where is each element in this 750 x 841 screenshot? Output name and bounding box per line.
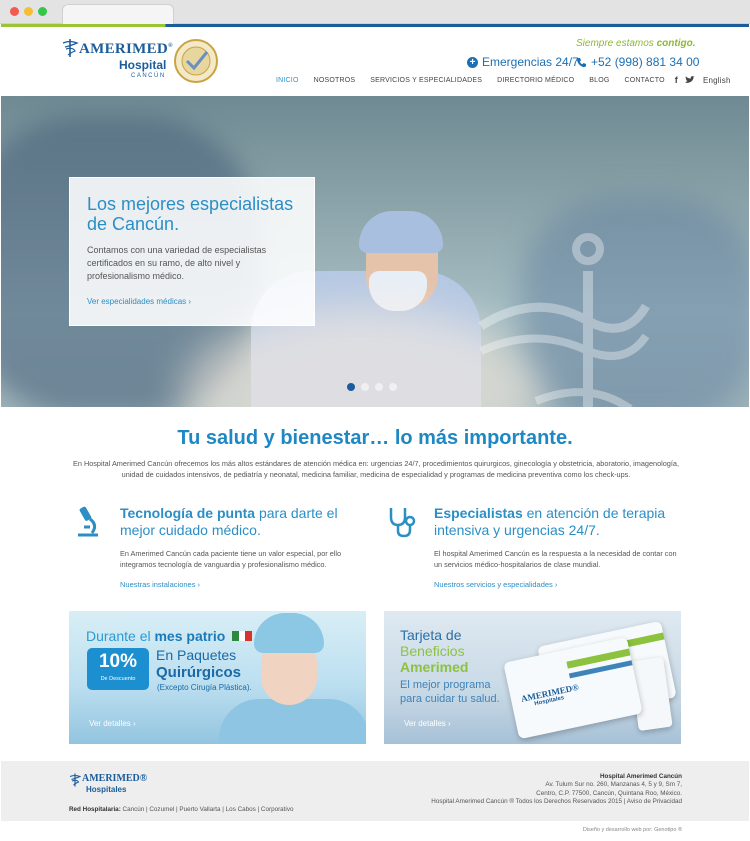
footer-credit[interactable]: Diseño y desarrollo web por: Genotipo ® (583, 827, 682, 833)
plus-icon: + (467, 56, 478, 68)
nav-item-inicio[interactable]: INICIO (276, 77, 299, 84)
nav-item-nosotros[interactable]: NOSOTROS (314, 77, 356, 84)
footer-address-head: Hospital Amerimed Cancún (600, 773, 682, 780)
promo-benefits-card-banner[interactable]: Tarjeta de Beneficios Amerimed El mejor … (384, 611, 681, 744)
nav-item-contacto[interactable]: CONTACTO (625, 77, 665, 84)
feature-technology: Tecnología de punta para darte el mejor … (120, 505, 370, 589)
slider-dot-2[interactable] (361, 383, 369, 391)
logo-hospital: Hospital (119, 58, 167, 72)
promo-surgery-line3: Quirúrgicos (156, 664, 242, 681)
footer-network: Red Hospitalaria: Cancún | Cozumel | Pue… (69, 806, 294, 813)
feature-technology-text: En Amerimed Cancún cada paciente tiene u… (120, 549, 342, 569)
nav-item-servicios[interactable]: SERVICIOS Y ESPECIALIDADES (370, 77, 482, 84)
browser-tab[interactable] (62, 4, 174, 24)
footer-address-line2: Centro, C.P. 77500, Cancún, Quintana Roo… (536, 789, 682, 797)
promo-surgery-line2: En Paquetes (156, 647, 237, 663)
phone-icon (576, 57, 586, 67)
promo-card-line1: Tarjeta de (400, 627, 462, 643)
slider-dot-4[interactable] (389, 383, 397, 391)
promo-card-line2: Beneficios (400, 643, 465, 659)
phone-number: +52 (998) 881 34 00 (591, 55, 700, 69)
feature-specialists-link[interactable]: Nuestros servicios y especialidades › (434, 580, 684, 589)
twitter-icon[interactable] (684, 76, 695, 84)
footer-address-line1: Av. Tulum Sur no. 260, Manzanas 4, 5 y 9… (545, 781, 682, 789)
tagline: Siempre estamos contigo. (576, 38, 696, 49)
hero-card: Los mejores especialistas de Cancún. Con… (69, 177, 315, 326)
promo-surgery-banner[interactable]: Durante el mes patrio 10% De Descuento E… (69, 611, 366, 744)
phone-link[interactable]: +52 (998) 881 34 00 (576, 55, 699, 69)
nav-item-blog[interactable]: BLOG (589, 77, 609, 84)
discount-label: De Descuento (100, 676, 136, 682)
feature-specialists-title: Especialistas en atención de terapia int… (434, 505, 666, 538)
feature-specialists-text: El hospital Amerimed Cancún es la respue… (434, 549, 677, 569)
slider-dot-1[interactable] (347, 383, 355, 391)
slider-dot-3[interactable] (375, 383, 383, 391)
feature-technology-title: Tecnología de punta para darte el mejor … (120, 505, 338, 538)
promo-card-line5: para cuidar tu salud. (400, 693, 500, 705)
language-switch[interactable]: English (703, 76, 731, 85)
promo-surgery-link[interactable]: Ver detalles › (89, 719, 136, 728)
footer-bottom-bar: Diseño y desarrollo web por: Genotipo ® (1, 821, 749, 841)
discount-percent: 10% (98, 651, 138, 672)
footer-logo-sub: Hospitales (86, 785, 127, 794)
benefit-card-front: AMERIMED® Hospitales (503, 636, 643, 740)
mexico-flag-icon (232, 631, 253, 641)
footer-logo-name: AMERIMED® (82, 773, 148, 784)
certification-seal-icon (174, 39, 218, 83)
caduceus-watermark-icon (478, 233, 650, 407)
promo-card-line4: El mejor programa (400, 679, 491, 691)
footer-network-links[interactable]: Cancún | Cozumel | Puerto Vallarta | Los… (121, 806, 294, 813)
slider-dots (347, 383, 397, 391)
main-nav: INICIO NOSOTROS SERVICIOS Y ESPECIALIDAD… (276, 75, 731, 85)
caduceus-logo-icon (62, 39, 79, 57)
caduceus-footer-icon (69, 773, 81, 787)
logo-city: CANCÚN (131, 73, 166, 79)
promo-nurse-cap (254, 613, 324, 653)
intro-title: Tu salud y bienestar… lo más importante. (177, 427, 573, 449)
stethoscope-icon (389, 508, 416, 538)
close-window-button[interactable] (10, 7, 19, 16)
nav-item-directorio[interactable]: DIRECTORIO MÉDICO (497, 77, 574, 84)
hero-title: Los mejores especialistas de Cancún. (87, 194, 294, 234)
discount-badge: 10% De Descuento (87, 648, 149, 690)
microscope-icon (78, 506, 98, 537)
promo-card-line3: Amerimed (400, 659, 469, 675)
hero-text: Contamos con una variedad de especialist… (87, 245, 267, 281)
emergency-label: Emergencias 24/7 (482, 55, 579, 69)
minimize-window-button[interactable] (24, 7, 33, 16)
maximize-window-button[interactable] (38, 7, 47, 16)
site-footer: AMERIMED® Hospitales Red Hospitalaria: C… (1, 761, 749, 821)
promo-nurse-body (219, 699, 366, 744)
site-header: AMERIMED® Hospital CANCÚN Siempre estamo… (1, 27, 749, 96)
feature-specialists: Especialistas en atención de terapia int… (434, 505, 684, 589)
site-logo[interactable]: AMERIMED® Hospital CANCÚN (61, 38, 176, 84)
emergency-link[interactable]: + Emergencias 24/7 (467, 55, 579, 69)
hero-slider: Los mejores especialistas de Cancún. Con… (1, 96, 749, 407)
promo-surgery-headline: Durante el mes patrio (86, 628, 226, 644)
feature-technology-link[interactable]: Nuestras instalaciones › (120, 580, 370, 589)
hero-link[interactable]: Ver especialidades médicas › (87, 297, 191, 306)
facebook-icon[interactable]: f (675, 75, 678, 85)
intro-text: En Hospital Amerimed Cancún ofrecemos lo… (73, 459, 679, 479)
footer-rights[interactable]: Hospital Amerimed Cancún ® Todos los Der… (431, 798, 682, 806)
promo-surgery-note: (Excepto Cirugía Plástica). (157, 683, 252, 692)
logo-name: AMERIMED® (79, 41, 173, 57)
footer-address: Hospital Amerimed Cancún Av. Tulum Sur n… (431, 773, 682, 807)
promo-card-link[interactable]: Ver detalles › (404, 719, 451, 728)
browser-chrome (0, 0, 750, 24)
hero-surgeon-cap (359, 211, 443, 253)
